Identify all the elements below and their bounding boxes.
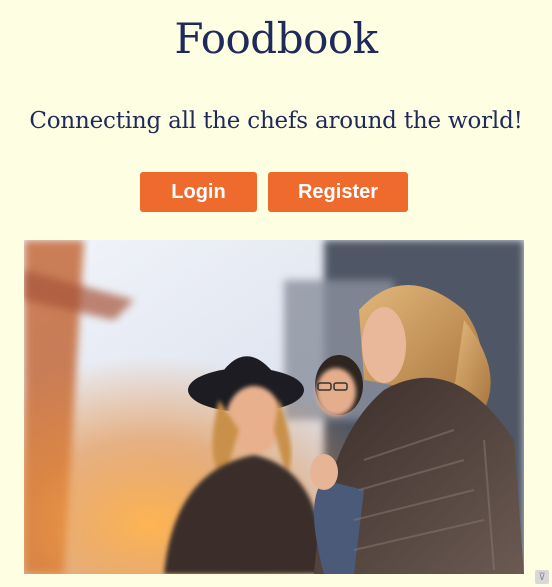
login-button[interactable]: Login [140,172,257,212]
register-button[interactable]: Register [268,172,408,212]
app-title: Foodbook [174,14,378,63]
tagline: Connecting all the chefs around the worl… [29,108,523,134]
hero-photo-illustration [24,240,524,574]
hero-image [24,240,524,574]
scroll-corner-icon[interactable]: ⊽ [535,570,549,584]
